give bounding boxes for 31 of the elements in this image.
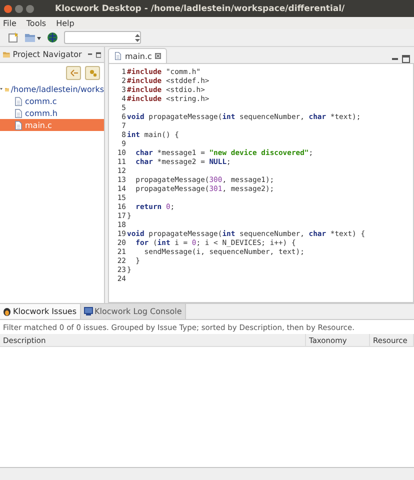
file-icon — [14, 120, 23, 130]
minimize-icon[interactable] — [392, 56, 399, 63]
tree-item[interactable]: comm.h — [0, 107, 104, 119]
maximize-icon[interactable] — [402, 55, 410, 63]
arrows-icon — [70, 69, 78, 77]
editor-tab[interactable]: main.c — [108, 48, 167, 63]
new-file-icon[interactable] — [8, 32, 19, 43]
code-editor[interactable] — [108, 63, 414, 303]
tree-item[interactable]: /home/ladlestein/works — [0, 83, 104, 95]
globe-icon[interactable] — [47, 32, 58, 43]
panel-tab[interactable]: Klocwork Log Console — [80, 304, 186, 319]
panel-tab[interactable]: Klocwork Issues — [0, 304, 81, 319]
open-folder-icon[interactable] — [25, 32, 41, 42]
close-icon[interactable] — [154, 53, 161, 59]
monitor-icon — [84, 307, 93, 316]
minimize-button[interactable] — [15, 4, 23, 12]
tree-item[interactable]: comm.c — [0, 95, 104, 107]
menu-item[interactable]: Tools — [26, 18, 46, 28]
file-icon — [14, 96, 23, 106]
spinner-arrows-icon[interactable] — [135, 34, 140, 42]
folder-icon — [3, 50, 10, 59]
maximize-button[interactable] — [26, 4, 34, 12]
file-icon — [114, 51, 122, 61]
maximize-icon[interactable] — [96, 50, 102, 58]
window-title: Klocwork Desktop - /home/ladlestein/workspace/differential/ — [55, 4, 345, 14]
minimize-icon[interactable] — [88, 51, 93, 58]
file-icon — [14, 108, 23, 118]
collapse-all-button[interactable] — [66, 66, 81, 80]
menu-item[interactable]: Help — [56, 18, 74, 28]
menu-item[interactable]: File — [3, 18, 16, 28]
close-button[interactable] — [4, 4, 12, 12]
